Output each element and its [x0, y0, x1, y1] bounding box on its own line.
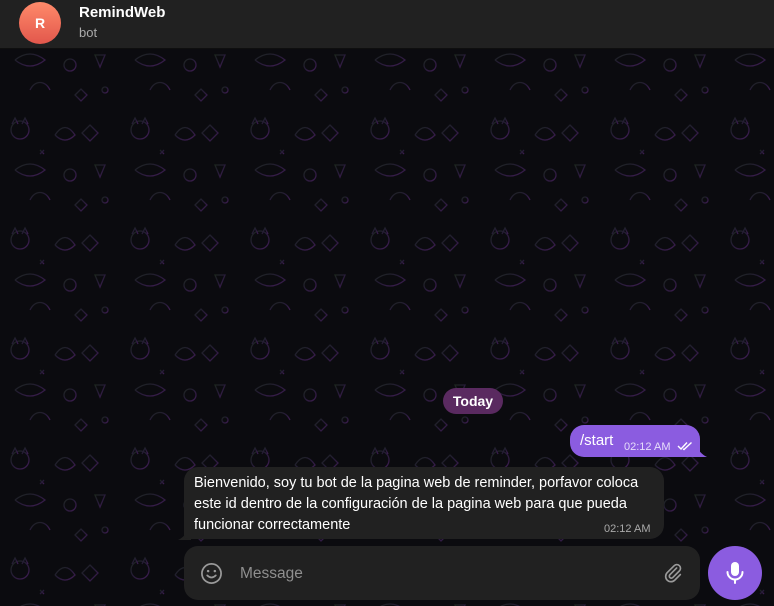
- microphone-icon: [726, 562, 744, 584]
- date-chip: Today: [443, 388, 503, 414]
- chat-title[interactable]: RemindWeb: [79, 4, 165, 21]
- outgoing-message-time: 02:12 AM: [624, 441, 671, 453]
- incoming-message[interactable]: Bienvenido, soy tu bot de la pagina web …: [184, 467, 664, 539]
- message-composer: [184, 546, 700, 600]
- outgoing-message[interactable]: /start 02:12 AM: [570, 425, 700, 457]
- outgoing-message-text: /start: [580, 432, 614, 449]
- avatar[interactable]: R: [19, 2, 61, 44]
- incoming-message-text: Bienvenido, soy tu bot de la pagina web …: [194, 475, 639, 533]
- incoming-message-time: 02:12 AM: [604, 523, 651, 535]
- voice-record-button[interactable]: [708, 546, 762, 600]
- paperclip-icon[interactable]: [662, 562, 684, 584]
- chat-header[interactable]: R RemindWeb bot: [0, 0, 774, 49]
- double-check-icon: [677, 441, 692, 451]
- emoji-icon[interactable]: [200, 562, 223, 585]
- message-input[interactable]: [238, 558, 642, 590]
- chat-subtitle: bot: [79, 25, 98, 40]
